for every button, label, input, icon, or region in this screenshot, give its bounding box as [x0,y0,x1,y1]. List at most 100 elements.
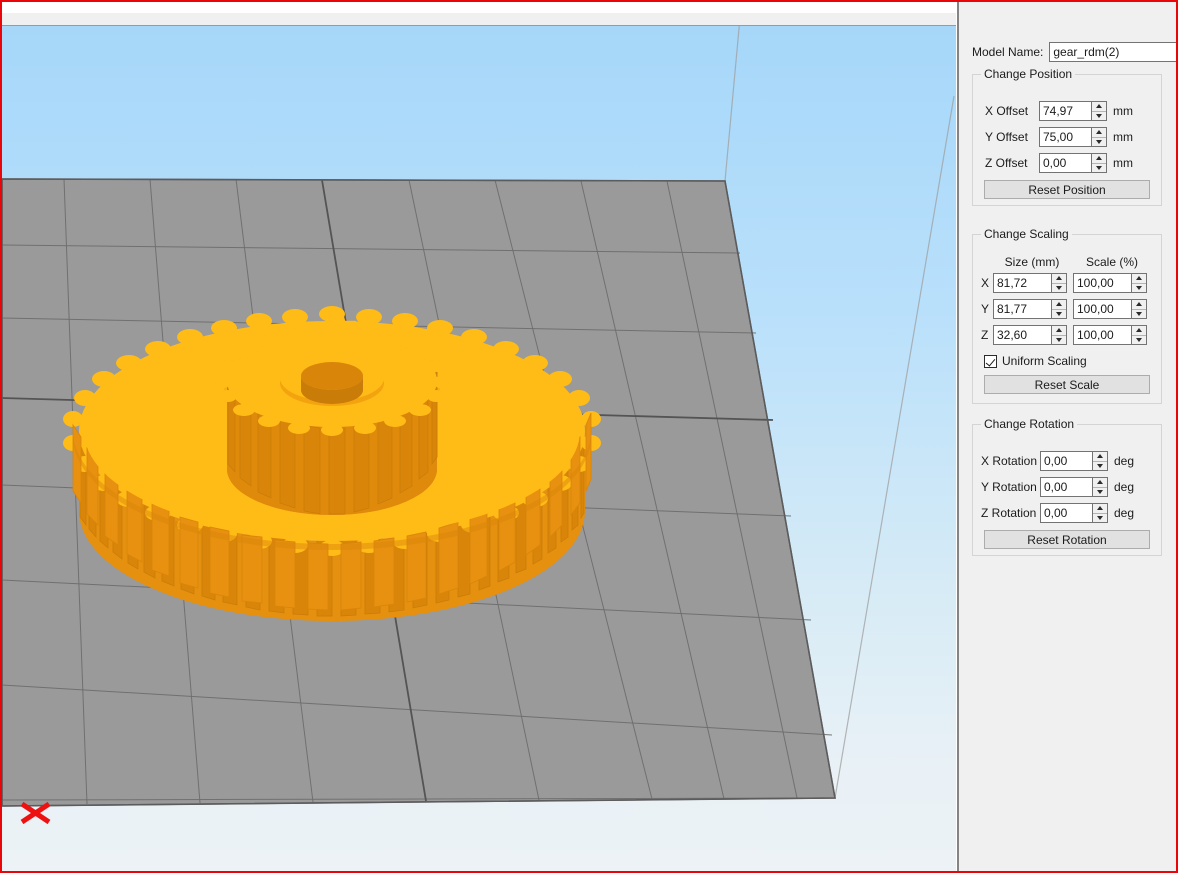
z-rotation-value[interactable]: 0,00 [1041,504,1092,522]
viewport-3d[interactable] [2,26,956,871]
scale-column-header: Scale (%) [1085,255,1138,269]
change-rotation-group: Change Rotation X Rotation 0,00 deg Y Ro… [972,417,1162,556]
stepper-down-icon[interactable] [1132,309,1146,318]
model-name-label: Model Name: [972,45,1044,59]
change-scaling-title: Change Scaling [981,227,1072,241]
scale-y-row: Y 81,77 100,00 [981,299,1147,319]
scale-x-value[interactable]: 100,00 [1074,274,1131,292]
scale-z-spinner[interactable]: 100,00 [1073,325,1147,345]
x-rotation-row: X Rotation 0,00 deg [981,451,1134,471]
y-offset-label: Y Offset [985,130,1028,144]
stepper-down-icon[interactable] [1093,461,1107,470]
z-rotation-row: Z Rotation 0,00 deg [981,503,1134,523]
scale-y-value[interactable]: 100,00 [1074,300,1131,318]
x-rotation-spinner[interactable]: 0,00 [1040,451,1108,471]
stepper-up-icon[interactable] [1052,274,1066,284]
change-rotation-title: Change Rotation [981,417,1078,431]
z-offset-stepper[interactable] [1091,154,1106,172]
y-rotation-spinner[interactable]: 0,00 [1040,477,1108,497]
scale-x-row: X 81,72 100,00 [981,273,1147,293]
y-rotation-label: Y Rotation [981,480,1037,494]
stepper-up-icon[interactable] [1092,102,1106,112]
y-offset-spinner[interactable]: 75,00 [1039,127,1107,147]
reset-position-button[interactable]: Reset Position [984,180,1150,199]
scale-x-stepper[interactable] [1131,274,1146,292]
small-gear-overlay [215,326,449,515]
size-y-spinner[interactable]: 81,77 [993,299,1067,319]
z-offset-value[interactable]: 0,00 [1040,154,1091,172]
stepper-down-icon[interactable] [1092,163,1106,172]
y-rotation-stepper[interactable] [1092,478,1107,496]
z-rotation-spinner[interactable]: 0,00 [1040,503,1108,523]
x-rotation-unit: deg [1114,454,1135,468]
size-z-stepper[interactable] [1051,326,1066,344]
size-y-stepper[interactable] [1051,300,1066,318]
stepper-up-icon[interactable] [1052,300,1066,310]
model-name-input[interactable]: gear_rdm(2) [1049,42,1176,62]
stepper-down-icon[interactable] [1092,137,1106,146]
x-offset-value[interactable]: 74,97 [1040,102,1091,120]
x-rotation-value[interactable]: 0,00 [1041,452,1092,470]
x-offset-spinner[interactable]: 74,97 [1039,101,1107,121]
z-offset-unit: mm [1113,156,1133,170]
scale-y-stepper[interactable] [1131,300,1146,318]
stepper-down-icon[interactable] [1132,283,1146,292]
y-rotation-unit: deg [1114,480,1135,494]
x-offset-row: X Offset 74,97 mm [985,101,1133,121]
uniform-scaling-checkbox[interactable] [984,354,997,368]
y-offset-unit: mm [1113,130,1133,144]
scale-z-axis-label: Z [981,328,989,342]
uniform-scaling-row[interactable]: Uniform Scaling [984,354,1087,368]
size-y-value[interactable]: 81,77 [994,300,1051,318]
stepper-up-icon[interactable] [1093,504,1107,514]
stepper-down-icon[interactable] [1093,487,1107,496]
stepper-down-icon[interactable] [1092,111,1106,120]
stepper-up-icon[interactable] [1092,128,1106,138]
scale-x-spinner[interactable]: 100,00 [1073,273,1147,293]
z-offset-spinner[interactable]: 0,00 [1039,153,1107,173]
scale-x-axis-label: X [981,276,990,290]
size-x-stepper[interactable] [1051,274,1066,292]
stepper-up-icon[interactable] [1092,154,1106,164]
y-rotation-value[interactable]: 0,00 [1041,478,1092,496]
x-offset-label: X Offset [985,104,1029,118]
reset-rotation-button[interactable]: Reset Rotation [984,530,1150,549]
scale-z-value[interactable]: 100,00 [1074,326,1131,344]
origin-marker-x [20,801,51,825]
y-offset-stepper[interactable] [1091,128,1106,146]
y-offset-value[interactable]: 75,00 [1040,128,1091,146]
stepper-up-icon[interactable] [1132,274,1146,284]
stepper-down-icon[interactable] [1052,283,1066,292]
z-rotation-unit: deg [1114,506,1135,520]
stepper-up-icon[interactable] [1132,300,1146,310]
stepper-down-icon[interactable] [1132,335,1146,344]
stepper-up-icon[interactable] [1093,478,1107,488]
stepper-up-icon[interactable] [1093,452,1107,462]
scale-y-spinner[interactable]: 100,00 [1073,299,1147,319]
stepper-up-icon[interactable] [1052,326,1066,336]
change-scaling-group: Change Scaling Size (mm) Scale (%) X 81,… [972,227,1162,404]
stepper-down-icon[interactable] [1052,309,1066,318]
application-window: Model Name: gear_rdm(2) Change Position … [0,0,1178,873]
x-rotation-label: X Rotation [981,454,1038,468]
scale-z-stepper[interactable] [1131,326,1146,344]
scale-y-axis-label: Y [981,302,990,316]
size-x-spinner[interactable]: 81,72 [993,273,1067,293]
z-offset-row: Z Offset 0,00 mm [985,153,1133,173]
stepper-down-icon[interactable] [1052,335,1066,344]
change-position-title: Change Position [981,67,1076,81]
model-name-row: Model Name: gear_rdm(2) [972,42,1176,62]
x-offset-stepper[interactable] [1091,102,1106,120]
y-rotation-row: Y Rotation 0,00 deg [981,477,1134,497]
reset-scale-button[interactable]: Reset Scale [984,375,1150,394]
uniform-scaling-label: Uniform Scaling [1002,354,1087,368]
stepper-down-icon[interactable] [1093,513,1107,522]
stepper-up-icon[interactable] [1132,326,1146,336]
x-rotation-stepper[interactable] [1092,452,1107,470]
size-z-value[interactable]: 32,60 [994,326,1051,344]
size-column-header: Size (mm) [1004,255,1060,269]
size-z-spinner[interactable]: 32,60 [993,325,1067,345]
size-x-value[interactable]: 81,72 [994,274,1051,292]
z-rotation-label: Z Rotation [981,506,1037,520]
z-rotation-stepper[interactable] [1092,504,1107,522]
